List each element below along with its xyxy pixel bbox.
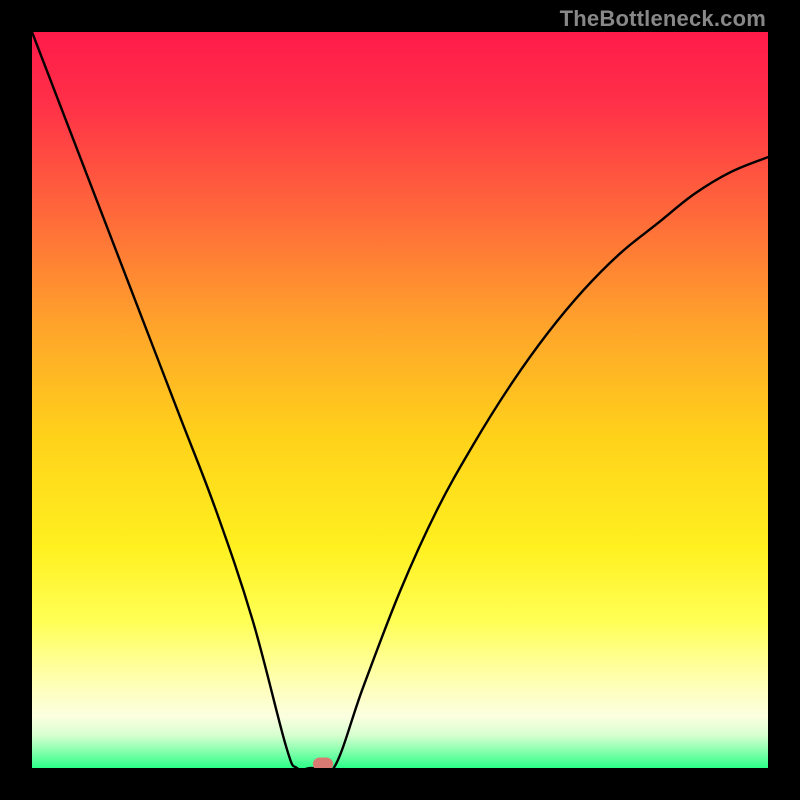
- watermark-text: TheBottleneck.com: [560, 6, 766, 32]
- bottleneck-curve: [32, 32, 768, 768]
- chart-frame: TheBottleneck.com: [0, 0, 800, 800]
- minimum-marker: [313, 758, 333, 768]
- plot-area: [32, 32, 768, 768]
